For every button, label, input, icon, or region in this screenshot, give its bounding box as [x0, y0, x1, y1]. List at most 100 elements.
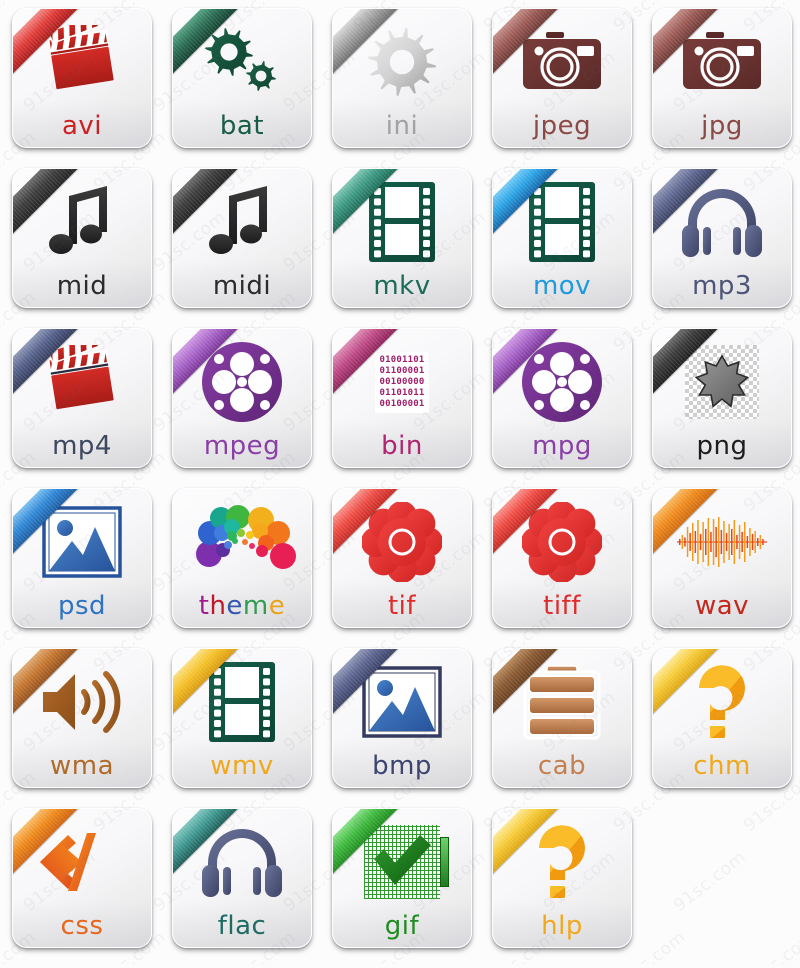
file-type-icon-mp4[interactable]: mp4 [12, 328, 152, 468]
icon-cell: mov [492, 168, 652, 328]
binary-code-block: 01001101 01100001 00100000 01101011 00100001 [374, 351, 430, 413]
icon-cell: cab [492, 648, 652, 808]
file-type-icon-psd[interactable]: psd [12, 488, 152, 628]
label-letter: e [268, 591, 286, 621]
file-type-icon-mkv[interactable]: mkv [332, 168, 472, 308]
file-type-icon-jpg[interactable]: jpg [652, 8, 792, 148]
icon-cell: bat [172, 8, 332, 168]
file-type-icon-avi[interactable]: avi [12, 8, 152, 148]
icon-cell: chm [652, 648, 800, 808]
color-dot [249, 543, 255, 549]
file-extension-label: mpeg [203, 431, 281, 461]
icon-cell: hlp [492, 808, 652, 968]
color-dot [237, 529, 245, 537]
halftone-grid [364, 825, 449, 899]
file-type-icon-theme[interactable]: theme [172, 488, 312, 628]
color-dots-cluster [194, 505, 296, 579]
file-type-icon-jpeg[interactable]: jpeg [492, 8, 632, 148]
file-extension-label: bmp [372, 751, 432, 781]
icon-cell: psd [12, 488, 172, 648]
file-extension-label: psd [57, 591, 107, 621]
color-dot [242, 539, 248, 545]
file-type-icon-tiff[interactable]: tiff [492, 488, 632, 628]
icon-cell: mkv [332, 168, 492, 328]
binary-line: 01100001 [379, 365, 425, 376]
file-type-icon-mid[interactable]: mid [12, 168, 152, 308]
icon-cell: ini [332, 8, 492, 168]
file-type-icon-mpg[interactable]: mpg [492, 328, 632, 468]
icon-cell: theme [172, 488, 332, 648]
file-type-icon-bmp[interactable]: bmp [332, 648, 472, 788]
file-type-icon-flac[interactable]: flac [172, 808, 312, 948]
file-type-icon-gif[interactable]: gif [332, 808, 472, 948]
icon-cell: jpg [652, 8, 800, 168]
file-extension-label: ini [385, 111, 419, 141]
file-type-icon-wmv[interactable]: wmv [172, 648, 312, 788]
file-extension-label: css [60, 911, 104, 941]
file-type-icon-png[interactable]: png [652, 328, 792, 468]
file-extension-label: mid [56, 271, 108, 301]
file-extension-label: png [696, 431, 748, 461]
color-dot [232, 538, 238, 544]
color-dot [246, 531, 254, 539]
label-letter: h [209, 591, 227, 621]
icon-cell: tiff [492, 488, 652, 648]
file-type-icon-wma[interactable]: wma [12, 648, 152, 788]
icon-cell: css [12, 808, 172, 968]
file-extension-label: theme [173, 591, 311, 621]
binary-line: 00100001 [379, 398, 425, 409]
file-extension-label: wmv [210, 751, 274, 781]
file-type-icon-cab[interactable]: cab [492, 648, 632, 788]
binary-line: 00100000 [379, 376, 425, 387]
file-type-icon-wav[interactable]: wav [652, 488, 792, 628]
file-extension-label: wav [694, 591, 750, 621]
file-type-icon-mov[interactable]: mov [492, 168, 632, 308]
file-extension-label: avi [61, 111, 103, 141]
file-type-icon-mp3[interactable]: mp3 [652, 168, 792, 308]
file-type-icon-ini[interactable]: ini [332, 8, 472, 148]
color-dot [270, 543, 296, 569]
file-type-icon-mpeg[interactable]: mpeg [172, 328, 312, 468]
color-dots-icon [173, 499, 311, 585]
file-extension-label: bat [219, 111, 265, 141]
file-extension-label: midi [212, 271, 272, 301]
label-letter: m [242, 591, 269, 621]
file-extension-label: bin [381, 431, 423, 461]
color-dot [256, 545, 268, 557]
file-extension-label: mp4 [52, 431, 112, 461]
file-extension-label: mp3 [692, 271, 752, 301]
file-extension-label: mpg [532, 431, 592, 461]
file-type-icon-chm[interactable]: chm [652, 648, 792, 788]
label-letter: t [198, 591, 210, 621]
icon-cell: mid [12, 168, 172, 328]
file-extension-label: mov [532, 271, 592, 301]
file-extension-label: gif [384, 911, 420, 941]
file-type-icon-tif[interactable]: tif [332, 488, 472, 628]
icon-cell: wma [12, 648, 172, 808]
checkmark-icon [370, 833, 434, 891]
icon-cell: png [652, 328, 800, 488]
file-type-icon-css[interactable]: css [12, 808, 152, 948]
icon-cell: 01001101 01100001 00100000 01101011 00100001… [332, 328, 492, 488]
file-type-icon-bin[interactable]: 01001101 01100001 00100000 01101011 00100001… [332, 328, 472, 468]
file-type-icon-midi[interactable]: midi [172, 168, 312, 308]
icon-cell: gif [332, 808, 492, 968]
icon-cell: midi [172, 168, 332, 328]
icon-cell: flac [172, 808, 332, 968]
file-type-icon-hlp[interactable]: hlp [492, 808, 632, 948]
icon-cell: avi [12, 8, 172, 168]
icon-cell: tif [332, 488, 492, 648]
file-extension-label: jpg [701, 111, 743, 141]
icon-cell: mpeg [172, 328, 332, 488]
icon-cell: mp3 [652, 168, 800, 328]
icon-cell: wmv [172, 648, 332, 808]
file-extension-label: hlp [541, 911, 583, 941]
file-extension-label: flac [217, 911, 267, 941]
color-dot [224, 541, 232, 549]
file-type-icon-bat[interactable]: bat [172, 8, 312, 148]
transparency-checkerboard [685, 345, 759, 419]
file-extension-label: tiff [543, 591, 581, 621]
file-extension-label: cab [537, 751, 587, 781]
icon-cell: mpg [492, 328, 652, 488]
icon-cell: wav [652, 488, 800, 648]
